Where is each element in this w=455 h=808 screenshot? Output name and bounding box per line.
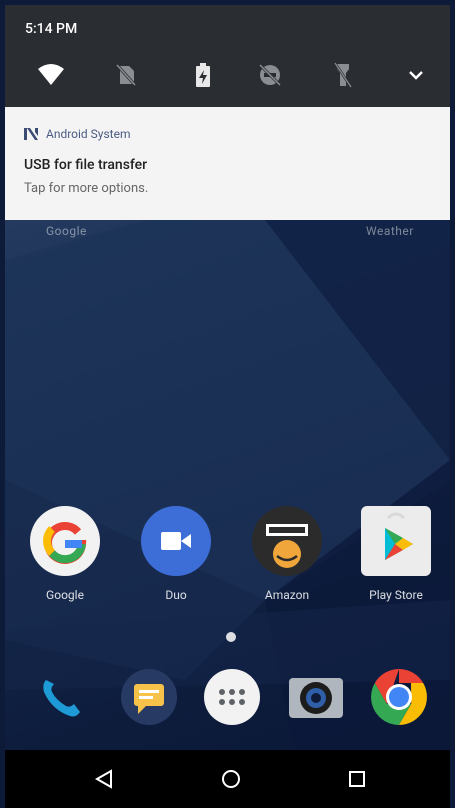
- notification-app-name: Android System: [46, 127, 131, 141]
- app-google[interactable]: Google: [20, 506, 110, 602]
- android-system-icon: [24, 128, 38, 140]
- usb-notification[interactable]: Android System USB for file transfer Tap…: [5, 107, 450, 220]
- app-label-amazon: Amazon: [264, 588, 310, 602]
- app-duo[interactable]: Duo: [131, 506, 221, 602]
- recents-icon[interactable]: [342, 764, 372, 794]
- peek-label-left: Google: [46, 224, 87, 238]
- chrome-icon[interactable]: [366, 664, 432, 730]
- quick-settings-panel: 5:14 PM: [5, 5, 450, 107]
- wifi-icon[interactable]: [36, 60, 66, 90]
- amazon-icon: [252, 506, 322, 576]
- app-amazon[interactable]: Amazon: [242, 506, 332, 602]
- notification-title: USB for file transfer: [24, 157, 148, 173]
- phone-icon[interactable]: [28, 664, 94, 730]
- flashlight-icon[interactable]: [328, 60, 358, 90]
- app-label-google: Google: [46, 588, 84, 602]
- notification-header: Android System: [24, 127, 131, 141]
- battery-icon[interactable]: [188, 60, 218, 90]
- camera-icon[interactable]: [283, 664, 349, 730]
- app-drawer-icon[interactable]: [199, 664, 265, 730]
- app-label-duo: Duo: [165, 588, 187, 602]
- quick-settings-row: [5, 60, 450, 96]
- navigation-bar: [5, 750, 450, 808]
- app-label-play-store: Play Store: [369, 588, 423, 602]
- notification-text: Tap for more options.: [24, 181, 149, 196]
- duo-icon: [141, 506, 211, 576]
- messages-icon[interactable]: [116, 664, 182, 730]
- dnd-off-icon[interactable]: [255, 60, 285, 90]
- peek-label-right: Weather: [366, 224, 414, 238]
- status-time: 5:14 PM: [25, 21, 78, 37]
- google-icon: [30, 506, 100, 576]
- play-store-icon: [361, 506, 431, 576]
- page-indicator: [226, 632, 236, 642]
- back-icon[interactable]: [89, 764, 119, 794]
- home-icon[interactable]: [216, 764, 246, 794]
- no-sim-icon[interactable]: [111, 60, 141, 90]
- expand-icon[interactable]: [401, 60, 431, 90]
- app-play-store[interactable]: Play Store: [351, 506, 441, 602]
